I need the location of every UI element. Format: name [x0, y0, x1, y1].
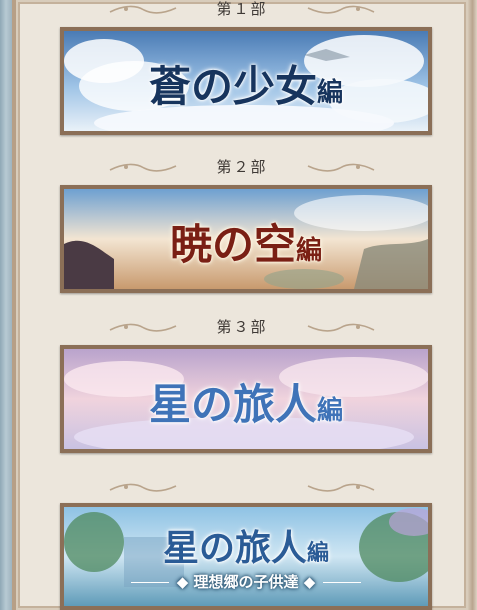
title-suffix: 編 [296, 236, 323, 266]
part-2-section: 第２部 暁の空編 [16, 158, 468, 298]
subtitle-diamond-left-icon: ◆ [176, 573, 194, 591]
chapter-banner-star-traveler[interactable]: 星の旅人編 [60, 345, 432, 453]
right-flourish-icon [307, 483, 375, 492]
scroll-edge [468, 0, 477, 610]
left-flourish-icon [109, 483, 177, 492]
title-main: 星の旅人 [162, 527, 307, 569]
title-suffix: 編 [317, 78, 344, 108]
part-3-header: 第３部 [16, 318, 468, 336]
part-3-extra-header [16, 478, 468, 496]
subtitle-diamond-right-icon: ◆ [298, 573, 316, 591]
title-main: 暁の空 [169, 220, 296, 269]
chapter-selection-panel: 第１部 蒼の少女編 第２部 暁の空編 第３部 星の旅人編 星の旅人編 ◆ 理想郷… [12, 0, 472, 610]
part-1-header: 第１部 [16, 0, 468, 18]
chapter-title: 暁の空編 [64, 211, 428, 272]
chapter-banner-dawn-sky[interactable]: 暁の空編 [60, 185, 432, 293]
title-main: 星の旅人 [148, 380, 317, 429]
chapter-subtitle: 理想郷の子供達 [193, 573, 299, 591]
title-suffix: 編 [307, 540, 330, 566]
chapter-title: 星の旅人編 [64, 519, 428, 571]
part-label: 第２部 [216, 158, 268, 176]
left-divider [130, 582, 169, 583]
chapter-title: 星の旅人編 [64, 371, 428, 432]
chapter-subtitle-row: ◆ 理想郷の子供達 ◆ [64, 571, 428, 592]
part-1-section: 第１部 蒼の少女編 [16, 0, 468, 140]
right-divider [323, 582, 362, 583]
right-flourish-icon [307, 163, 375, 172]
title-suffix: 編 [317, 396, 344, 426]
part-label: 第１部 [216, 0, 268, 18]
right-flourish-icon [307, 323, 375, 332]
part-2-header: 第２部 [16, 158, 468, 176]
chapter-title: 蒼の少女編 [64, 53, 428, 114]
part-3-section: 第３部 星の旅人編 [16, 318, 468, 458]
part-3-extra-section: 星の旅人編 ◆ 理想郷の子供達 ◆ [16, 478, 468, 610]
chapter-banner-blue-girl[interactable]: 蒼の少女編 [60, 27, 432, 135]
part-label: 第３部 [216, 318, 268, 336]
right-flourish-icon [307, 5, 375, 14]
title-main: 蒼の少女 [148, 62, 317, 111]
chapter-banner-star-traveler-utopia[interactable]: 星の旅人編 ◆ 理想郷の子供達 ◆ [60, 503, 432, 610]
